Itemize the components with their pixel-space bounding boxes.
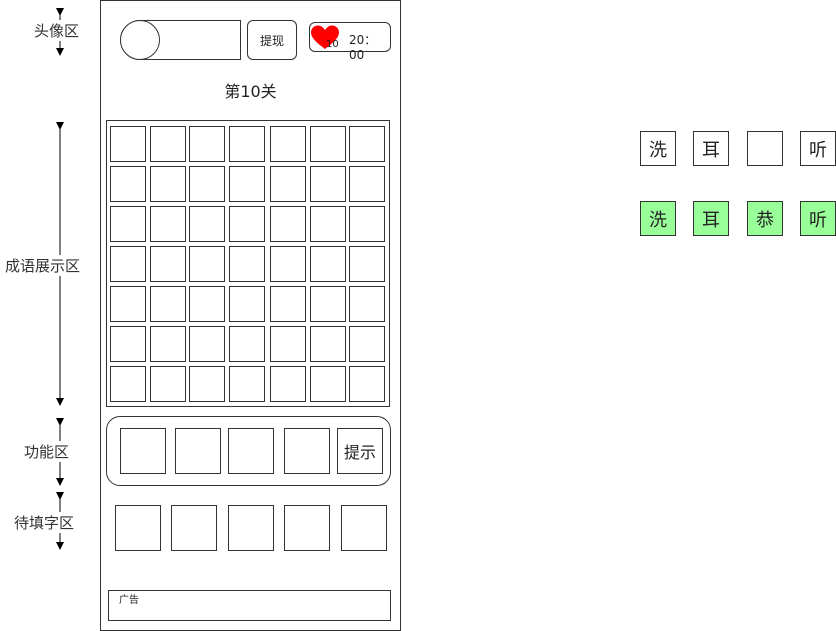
timer: 20：00 (349, 33, 377, 62)
grid-cell[interactable] (189, 206, 225, 242)
grid-cell[interactable] (349, 246, 385, 282)
annotation-pending-zone: 待填字区 (14, 512, 75, 533)
sample-char-complete: 听 (800, 201, 836, 236)
sample-char-empty (747, 131, 783, 166)
grid-cell[interactable] (349, 126, 385, 162)
lives-timer-panel: 10 20：00 (309, 22, 391, 62)
grid-cell[interactable] (150, 286, 186, 322)
sample-char-complete: 洗 (640, 201, 676, 236)
grid-cell[interactable] (189, 366, 225, 402)
grid-cell[interactable] (150, 166, 186, 202)
sample-char-complete: 耳 (693, 201, 729, 236)
sample-char-complete: 恭 (747, 201, 783, 236)
grid-cell[interactable] (310, 246, 346, 282)
grid-cell[interactable] (229, 246, 265, 282)
grid-cell[interactable] (229, 206, 265, 242)
pending-char-slot[interactable] (171, 505, 217, 551)
grid-cell[interactable] (189, 126, 225, 162)
hint-button[interactable]: 提示 (337, 428, 383, 474)
pending-char-slot[interactable] (115, 505, 161, 551)
sample-char: 洗 (640, 131, 676, 166)
avatar[interactable] (120, 20, 160, 60)
grid-cell[interactable] (310, 286, 346, 322)
grid-cell[interactable] (349, 166, 385, 202)
pending-char-slot[interactable] (228, 505, 274, 551)
function-button-4[interactable] (284, 428, 330, 474)
grid-cell[interactable] (310, 166, 346, 202)
grid-cell[interactable] (110, 246, 146, 282)
grid-cell[interactable] (349, 366, 385, 402)
ad-label: 广告 (119, 595, 139, 606)
withdraw-button[interactable]: 提现 (247, 20, 297, 60)
grid-cell[interactable] (110, 166, 146, 202)
function-button-2[interactable] (175, 428, 221, 474)
grid-cell[interactable] (270, 246, 306, 282)
grid-cell[interactable] (229, 126, 265, 162)
grid-cell[interactable] (310, 126, 346, 162)
grid-cell[interactable] (189, 166, 225, 202)
function-button-3[interactable] (228, 428, 274, 474)
grid-cell[interactable] (150, 126, 186, 162)
grid-cell[interactable] (229, 166, 265, 202)
grid-cell[interactable] (270, 126, 306, 162)
grid-cell[interactable] (270, 366, 306, 402)
grid-cell[interactable] (110, 326, 146, 362)
level-title: 第10关 (224, 82, 277, 101)
annotation-idiom-zone: 成语展示区 (5, 255, 81, 276)
grid-cell[interactable] (270, 206, 306, 242)
grid-cell[interactable] (270, 326, 306, 362)
grid-cell[interactable] (349, 286, 385, 322)
grid-cell[interactable] (150, 366, 186, 402)
pending-char-slot[interactable] (284, 505, 330, 551)
grid-cell[interactable] (189, 246, 225, 282)
sample-char: 耳 (693, 131, 729, 166)
grid-cell[interactable] (189, 326, 225, 362)
annotation-function-zone: 功能区 (24, 441, 70, 462)
grid-cell[interactable] (110, 206, 146, 242)
grid-cell[interactable] (229, 286, 265, 322)
grid-cell[interactable] (270, 166, 306, 202)
grid-cell[interactable] (150, 326, 186, 362)
grid-cell[interactable] (349, 326, 385, 362)
lives-count: 10 (326, 39, 339, 50)
grid-cell[interactable] (110, 366, 146, 402)
grid-cell[interactable] (270, 286, 306, 322)
idiom-grid (106, 120, 390, 407)
grid-cell[interactable] (189, 286, 225, 322)
grid-cell[interactable] (110, 286, 146, 322)
grid-cell[interactable] (229, 326, 265, 362)
function-button-1[interactable] (120, 428, 166, 474)
grid-cell[interactable] (229, 366, 265, 402)
ad-banner[interactable]: 广告 (108, 590, 391, 621)
pending-char-slot[interactable] (341, 505, 387, 551)
grid-cell[interactable] (349, 206, 385, 242)
annotation-avatar-zone: 头像区 (34, 20, 80, 41)
grid-cell[interactable] (310, 206, 346, 242)
grid-cell[interactable] (310, 366, 346, 402)
grid-cell[interactable] (310, 326, 346, 362)
annotation-arrows (56, 8, 64, 550)
grid-cell[interactable] (110, 126, 146, 162)
grid-cell[interactable] (150, 206, 186, 242)
sample-char: 听 (800, 131, 836, 166)
grid-cell[interactable] (150, 246, 186, 282)
